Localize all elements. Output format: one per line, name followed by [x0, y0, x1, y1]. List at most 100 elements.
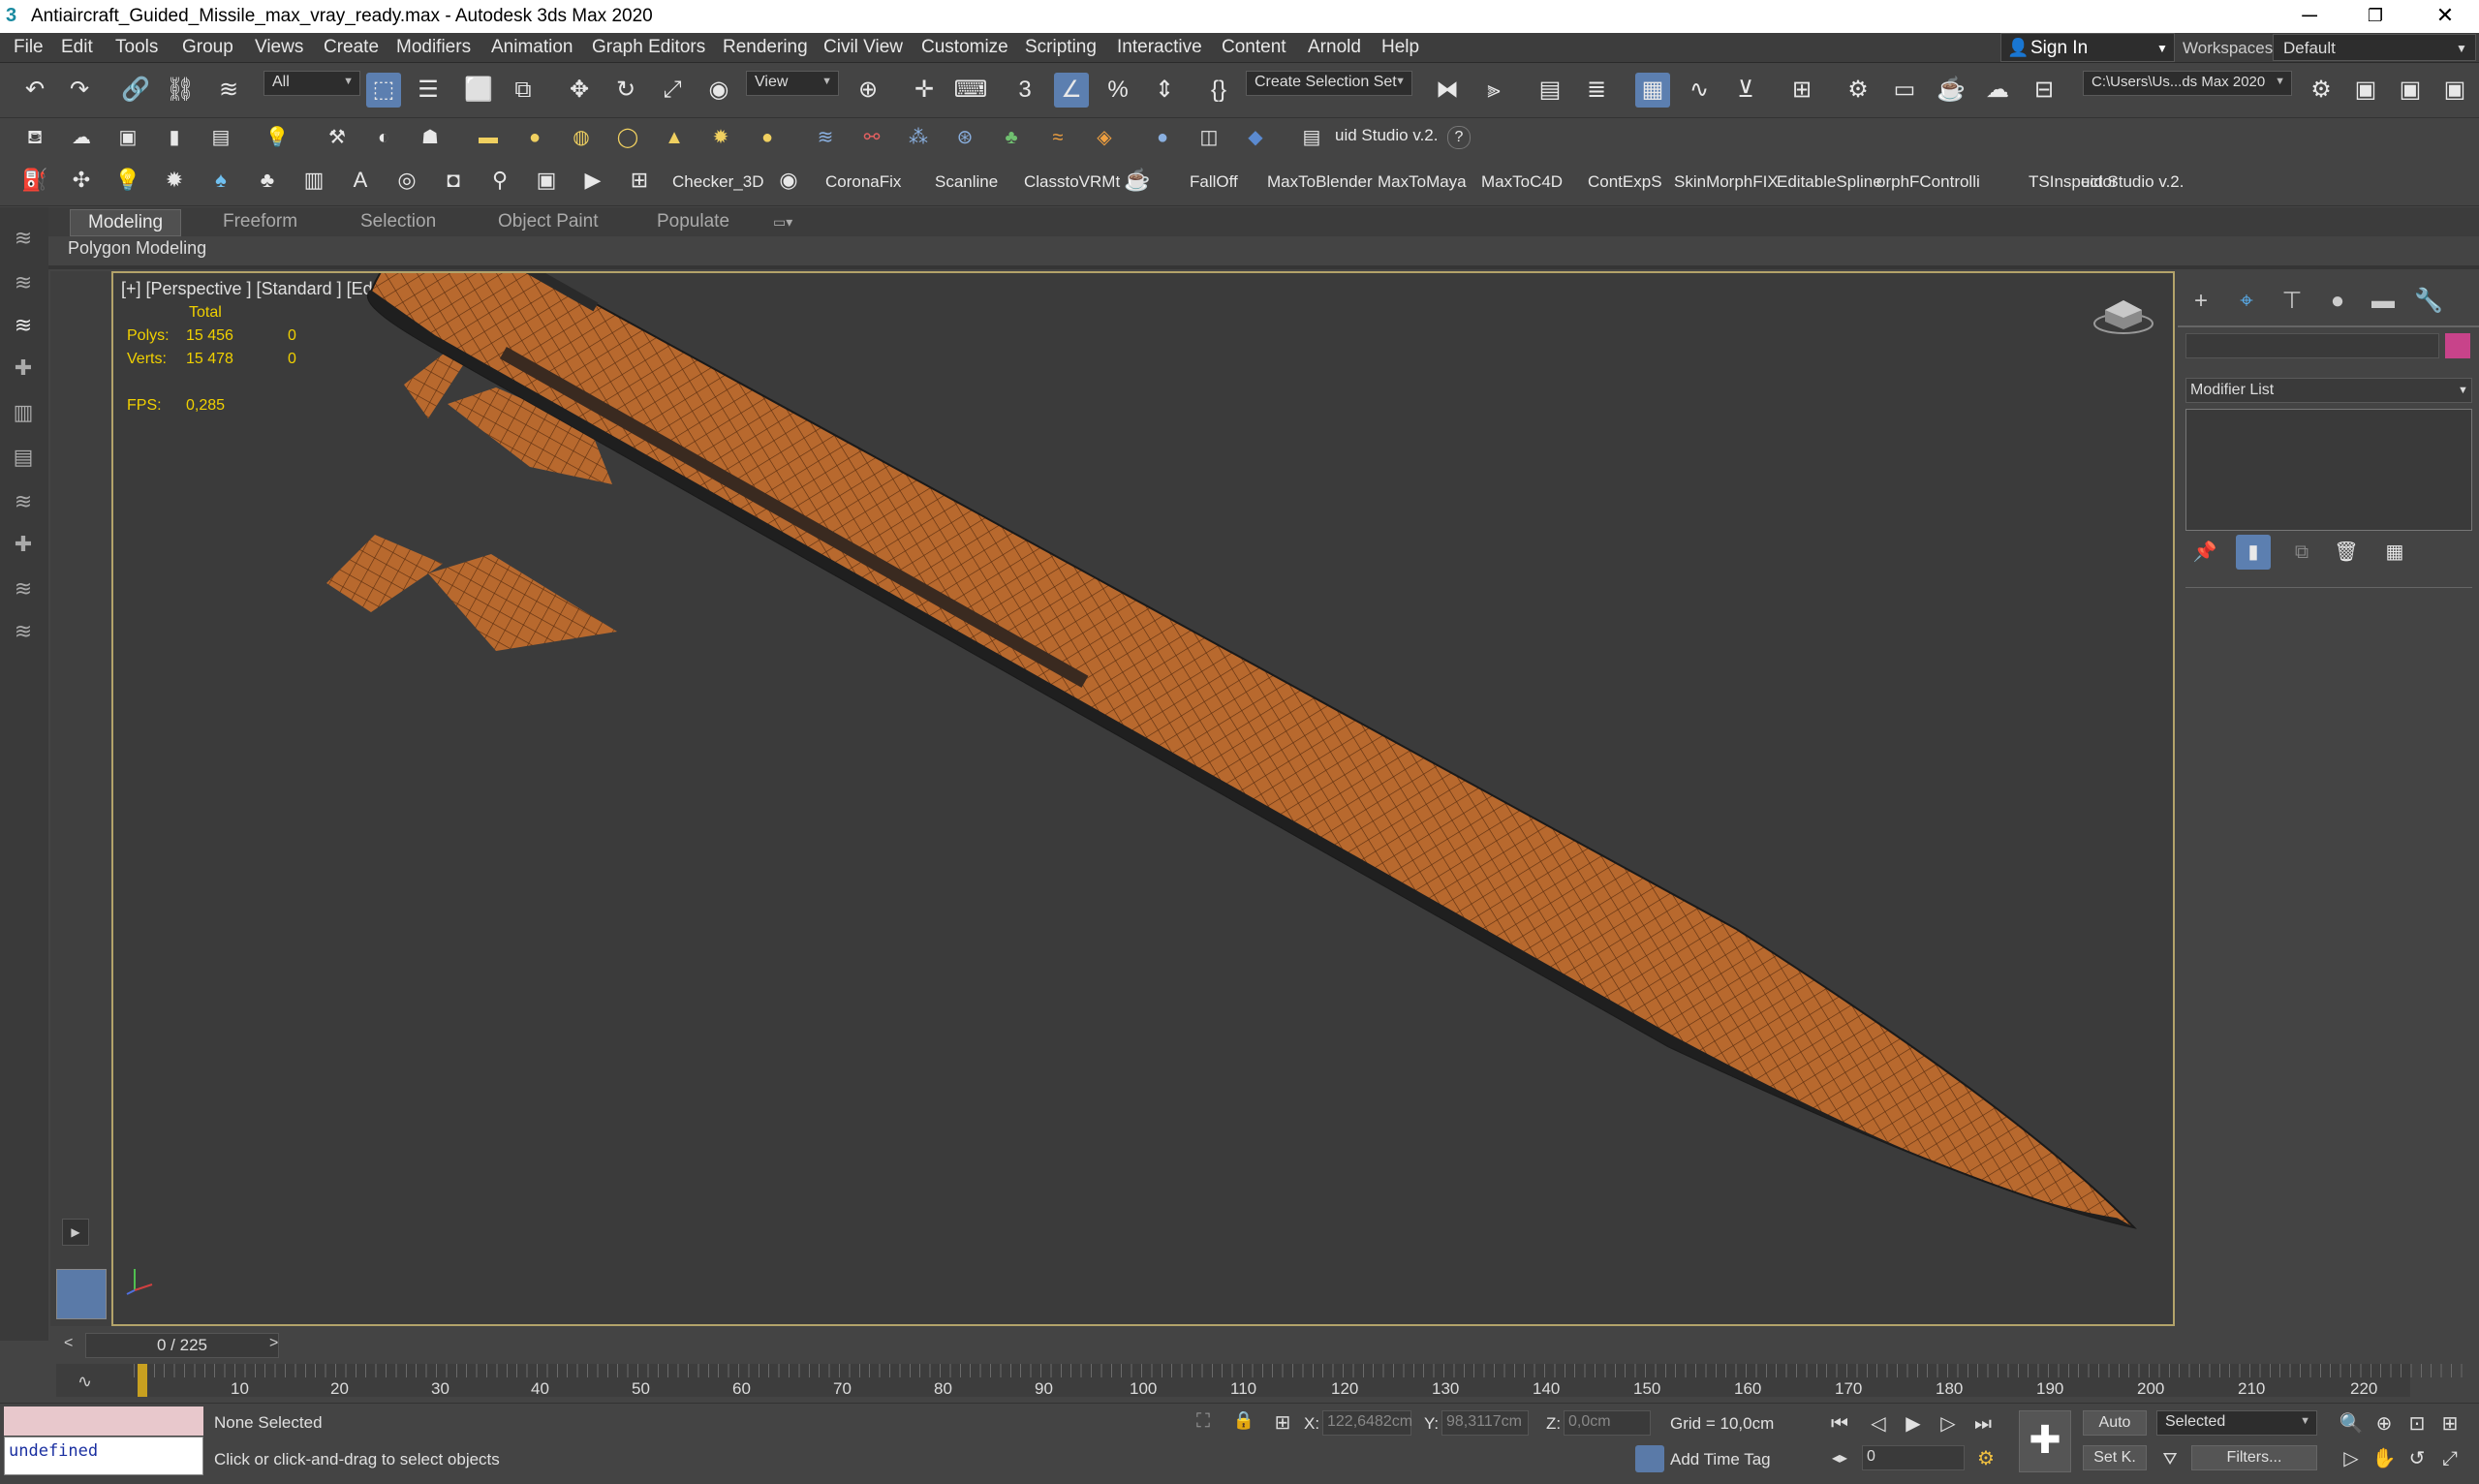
percent-snap-icon[interactable]: %	[1100, 73, 1135, 108]
time-next-button[interactable]: >	[269, 1335, 278, 1352]
zoom-extents-all-icon[interactable]: ⊞	[2435, 1410, 2464, 1438]
script-fluid-studio[interactable]: uid Studio v.2.	[2081, 172, 2184, 192]
add-layer-icon[interactable]: ✚	[6, 527, 41, 562]
book-icon[interactable]: ▥	[296, 163, 331, 198]
script-scanline[interactable]: Scanline	[935, 172, 998, 192]
named-selection-dropdown[interactable]: Create Selection Set	[1246, 71, 1412, 96]
media-icon[interactable]: ▶	[575, 163, 610, 198]
sun-icon[interactable]: ✹	[703, 120, 738, 155]
create-tab-icon[interactable]: +	[2183, 285, 2219, 318]
menu-file[interactable]: File	[14, 37, 44, 58]
menu-interactive[interactable]: Interactive	[1117, 37, 1202, 58]
go-to-start-icon[interactable]: ⏮	[1825, 1410, 1854, 1438]
z-coordinate-field[interactable]: 0,0cm	[1564, 1410, 1651, 1436]
mirror-icon[interactable]: ⧓	[1430, 73, 1465, 108]
dope-sheet-icon[interactable]: ⊻	[1728, 73, 1763, 108]
object-name-field[interactable]	[2185, 333, 2439, 358]
menu-content[interactable]: Content	[1222, 37, 1286, 58]
scene-states-icon[interactable]: ⛽	[17, 163, 52, 198]
script-contexps[interactable]: ContExpS	[1588, 172, 1662, 192]
filters-button[interactable]: Filters...	[2191, 1445, 2317, 1470]
plane-icon[interactable]: ▬	[471, 120, 506, 155]
time-cursor[interactable]	[138, 1364, 147, 1397]
isolate-selection-icon[interactable]: ⛶	[1190, 1410, 1217, 1438]
light-list-icon[interactable]: 💡	[260, 120, 294, 155]
script-skinmorphfix[interactable]: SkinMorphFIX	[1674, 172, 1779, 192]
layer-active-icon[interactable]: ≋	[6, 308, 41, 343]
layer-explorer-icon[interactable]: ≣	[1579, 73, 1614, 108]
current-frame-field[interactable]: 0	[1862, 1445, 1965, 1470]
menu-customize[interactable]: Customize	[921, 37, 1008, 58]
polygon-modeling-panel[interactable]: Polygon Modeling	[68, 238, 206, 259]
cylinder-icon[interactable]: ▮	[157, 120, 192, 155]
script-coronafix[interactable]: CoronaFix	[825, 172, 901, 192]
move-icon[interactable]: ✥	[562, 73, 597, 108]
workspace-dropdown[interactable]: Default ▼	[2273, 34, 2476, 61]
omni-light-icon[interactable]: ●	[750, 120, 785, 155]
tube-icon[interactable]: ▤	[203, 120, 238, 155]
redo-icon[interactable]: ↷	[62, 73, 97, 108]
ring-icon[interactable]: ◎	[389, 163, 424, 198]
spinner-snap-icon[interactable]: ⇕	[1147, 73, 1182, 108]
zoom-all-icon[interactable]: ⊕	[2370, 1410, 2399, 1438]
show-end-result-icon[interactable]: ▮	[2236, 535, 2271, 570]
toggle-ribbon-icon[interactable]: ▦	[1635, 73, 1670, 108]
menu-help[interactable]: Help	[1381, 37, 1419, 58]
selected-set-dropdown[interactable]: Selected	[2156, 1410, 2317, 1436]
link-icon[interactable]: 🔗	[118, 73, 153, 108]
select-object-icon[interactable]: ⬚	[366, 73, 401, 108]
corona-icon[interactable]: ◉	[771, 163, 806, 198]
sign-in-button[interactable]: 👤 Sign In ▼	[2000, 33, 2175, 62]
menu-graph-editors[interactable]: Graph Editors	[592, 37, 705, 58]
snaps-toggle-icon[interactable]: 3	[1007, 73, 1042, 108]
script-morphfcontroller[interactable]: orphFControlli	[1876, 172, 1980, 192]
layers-icon[interactable]: ≋	[6, 265, 41, 300]
unlink-icon[interactable]: ⛓	[163, 73, 198, 108]
cloth-icon[interactable]: ◈	[1087, 120, 1122, 155]
maximize-viewport-icon[interactable]: ⤢	[2435, 1445, 2464, 1472]
add-layer-icon[interactable]: ✚	[6, 351, 41, 386]
rotate-icon[interactable]: ↻	[608, 73, 643, 108]
play-icon[interactable]: ▶	[1899, 1410, 1928, 1438]
panel-icon[interactable]: ▣	[529, 163, 564, 198]
display-icon[interactable]: ◘	[436, 163, 471, 198]
select-manipulate-icon[interactable]: ✛	[907, 73, 942, 108]
layers-icon[interactable]: ≋	[6, 572, 41, 606]
help-icon[interactable]: ?	[1447, 126, 1471, 149]
motion-tab-icon[interactable]: ●	[2319, 285, 2356, 318]
menu-arnold[interactable]: Arnold	[1308, 37, 1361, 58]
tab-selection[interactable]: Selection	[343, 209, 453, 234]
bone-icon[interactable]: ⚒	[320, 120, 355, 155]
render-production-icon[interactable]: ☕	[1934, 73, 1968, 108]
selection-lock-icon[interactable]: 🔒	[1232, 1410, 1255, 1438]
missile-model[interactable]	[113, 273, 2173, 1324]
scene-explorer-icon[interactable]: ▤	[1533, 73, 1567, 108]
select-by-name-icon[interactable]: ☰	[411, 73, 446, 108]
utilities-tab-icon[interactable]: 🔧	[2410, 285, 2447, 318]
render-setup-icon[interactable]: ⚙	[1841, 73, 1875, 108]
menu-tools[interactable]: Tools	[115, 37, 158, 58]
text-tool-icon[interactable]: A	[343, 163, 378, 198]
sphere-icon[interactable]: ●	[517, 120, 552, 155]
tree-icon[interactable]: ♠	[203, 163, 238, 198]
hair-icon[interactable]: ≈	[1040, 120, 1075, 155]
layers-icon[interactable]: ≋	[6, 221, 41, 256]
maximize-button[interactable]: ❐	[2342, 0, 2408, 33]
orbit-icon[interactable]: ↺	[2402, 1445, 2432, 1472]
align-icon[interactable]: ⫸	[1476, 73, 1511, 108]
time-configuration-icon[interactable]: ⚙	[1972, 1445, 1999, 1472]
video-post-icon[interactable]: ✣	[64, 163, 99, 198]
material-editor-icon[interactable]: ◫	[1192, 120, 1226, 155]
wind-icon[interactable]: ≋	[808, 120, 843, 155]
menu-scripting[interactable]: Scripting	[1025, 37, 1097, 58]
script-maxtoblender[interactable]: MaxToBlender	[1267, 172, 1373, 192]
light-bulb-icon[interactable]: 💡	[110, 163, 145, 198]
viewcube-icon[interactable]	[2092, 289, 2155, 337]
display-tab-icon[interactable]: ▬	[2365, 285, 2402, 318]
undo-icon[interactable]: ↶	[17, 73, 52, 108]
project-folder-dropdown[interactable]: C:\Users\Us...ds Max 2020	[2083, 71, 2292, 96]
tab-object-paint[interactable]: Object Paint	[480, 209, 616, 234]
ribbon-options-icon[interactable]: ▭▾	[756, 209, 810, 234]
save-file-icon[interactable]: ▣	[2348, 73, 2383, 108]
gravity-icon[interactable]: ⊛	[947, 120, 982, 155]
